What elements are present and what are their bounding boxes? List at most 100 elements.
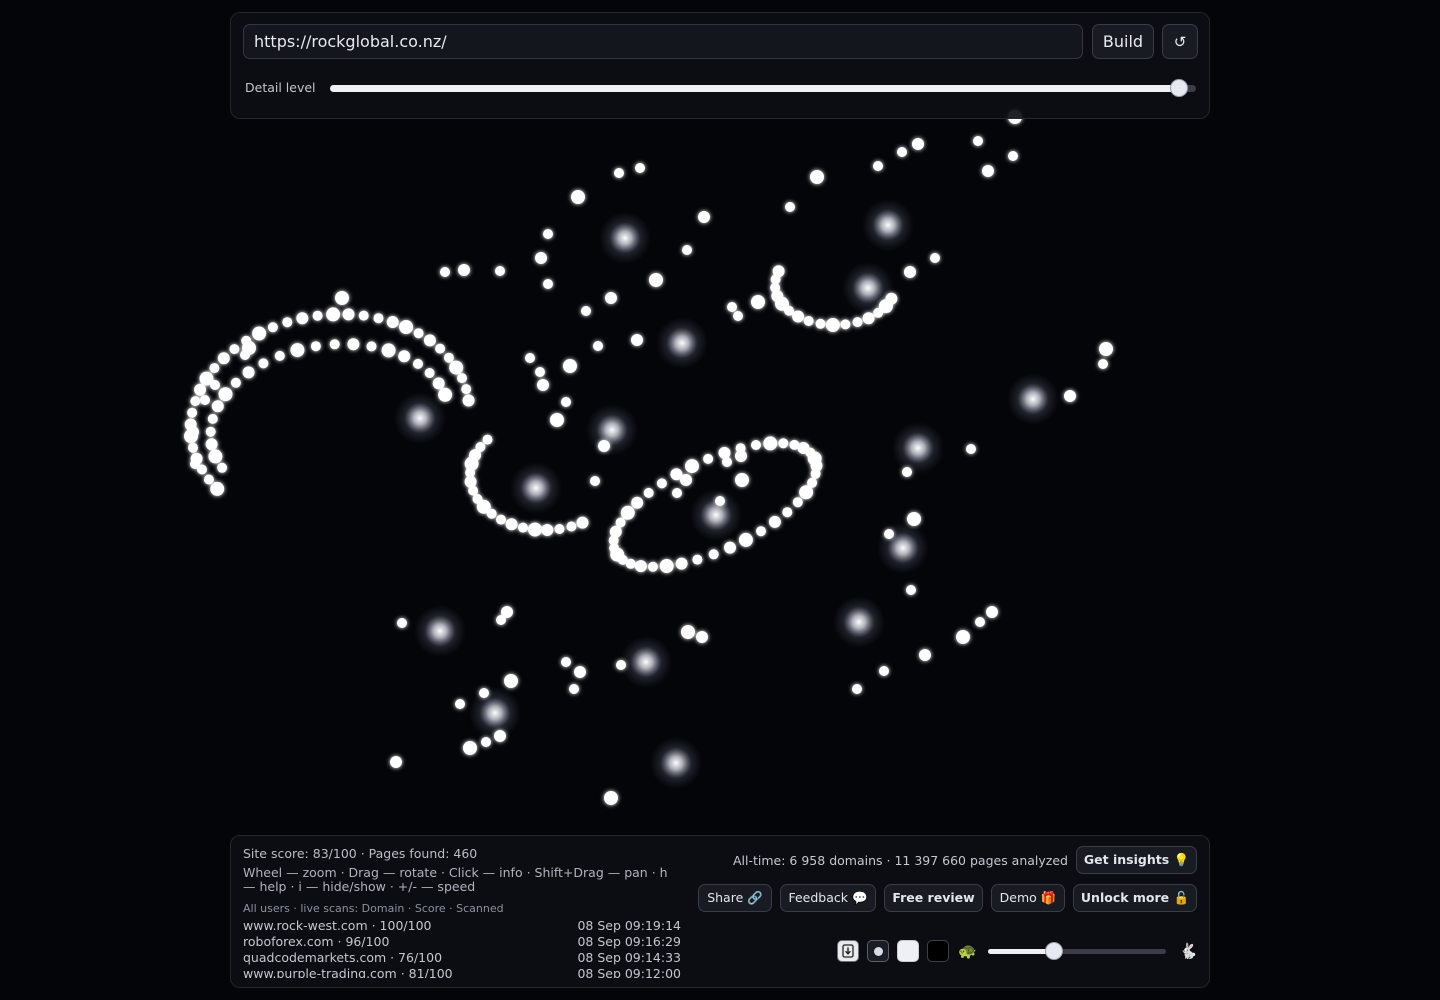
graph-node[interactable] <box>659 559 674 573</box>
unlock-more-button[interactable]: Unlock more 🔓 <box>1073 884 1197 912</box>
reset-icon[interactable]: ↺ <box>1162 24 1198 59</box>
graph-node[interactable] <box>463 741 477 755</box>
graph-node[interactable] <box>763 436 778 451</box>
graph-node[interactable] <box>799 485 814 500</box>
graph-node[interactable] <box>614 168 624 178</box>
graph-node[interactable] <box>605 292 617 304</box>
graph-node[interactable] <box>310 341 321 352</box>
graph-node[interactable] <box>381 343 396 358</box>
graph-node[interactable] <box>675 557 688 570</box>
graph-node[interactable] <box>1008 151 1018 161</box>
graph-node[interactable] <box>751 295 765 309</box>
graph-node[interactable] <box>635 163 645 173</box>
graph-node[interactable] <box>326 307 341 322</box>
graph-node[interactable] <box>906 585 916 595</box>
graph-node[interactable] <box>569 684 579 694</box>
graph-node[interactable] <box>852 317 863 328</box>
graph-node[interactable] <box>792 310 805 323</box>
graph-node[interactable] <box>554 524 565 534</box>
graph-node[interactable] <box>242 366 255 379</box>
graph-node[interactable] <box>810 468 821 479</box>
graph-node[interactable] <box>461 384 472 395</box>
graph-node[interactable] <box>413 358 423 369</box>
graph-node[interactable] <box>386 316 399 328</box>
graph-node[interactable] <box>811 458 821 468</box>
graph-node[interactable] <box>462 394 475 407</box>
graph-node[interactable] <box>631 496 644 509</box>
slider-thumb[interactable] <box>1045 943 1062 959</box>
graph-node[interactable] <box>518 522 528 533</box>
graph-node[interactable] <box>482 434 493 445</box>
graph-node[interactable] <box>930 253 940 263</box>
graph-node[interactable] <box>685 459 699 474</box>
graph-hub[interactable] <box>469 687 521 739</box>
graph-node[interactable] <box>803 316 814 326</box>
graph-node[interactable] <box>399 320 414 334</box>
graph-node[interactable] <box>347 338 360 351</box>
graph-node[interactable] <box>672 488 682 498</box>
graph-node[interactable] <box>1098 359 1108 369</box>
graph-node[interactable] <box>187 407 198 418</box>
graph-node[interactable] <box>620 505 635 520</box>
feedback-button[interactable]: Feedback 💬 <box>780 884 876 912</box>
graph-node[interactable] <box>604 791 618 805</box>
graph-node[interactable] <box>1099 342 1113 356</box>
speed-slider[interactable] <box>988 943 1166 959</box>
graph-node[interactable] <box>873 161 883 171</box>
graph-node[interactable] <box>778 438 789 449</box>
graph-node[interactable] <box>735 473 749 487</box>
get-insights-button[interactable]: Get insights 💡 <box>1076 846 1197 874</box>
graph-node[interactable] <box>616 660 626 670</box>
graph-node[interactable] <box>424 368 435 378</box>
graph-node[interactable] <box>919 649 931 661</box>
dark-theme-icon[interactable] <box>927 940 949 962</box>
graph-node[interactable] <box>187 426 199 438</box>
list-item[interactable]: www.rock-west.com · 100/100 08 Sep 09:19… <box>243 918 681 934</box>
graph-node[interactable] <box>543 279 553 289</box>
graph-node[interactable] <box>815 318 826 329</box>
graph-node[interactable] <box>217 352 230 365</box>
graph-node[interactable] <box>751 440 761 450</box>
graph-node[interactable] <box>681 625 695 639</box>
graph-node[interactable] <box>203 474 214 485</box>
graph-node[interactable] <box>390 756 402 768</box>
graph-node[interactable] <box>218 387 233 402</box>
graph-node[interactable] <box>574 666 586 678</box>
graph-node[interactable] <box>398 350 411 363</box>
graph-node[interactable] <box>252 326 267 341</box>
graph-node[interactable] <box>290 343 305 358</box>
graph-hub[interactable] <box>892 422 944 474</box>
graph-hub[interactable] <box>1007 373 1059 425</box>
graph-node[interactable] <box>615 517 626 528</box>
url-input[interactable] <box>243 24 1083 59</box>
graph-node[interactable] <box>792 497 803 508</box>
graph-node[interactable] <box>209 363 220 374</box>
graph-node[interactable] <box>703 453 714 464</box>
graph-node[interactable] <box>966 444 976 454</box>
graph-node[interactable] <box>535 367 545 377</box>
graph-node[interactable] <box>190 459 200 469</box>
live-scans-list[interactable]: www.rock-west.com · 100/100 08 Sep 09:19… <box>243 918 681 978</box>
graph-node[interactable] <box>397 618 407 628</box>
graph-node[interactable] <box>229 344 240 355</box>
graph-node[interactable] <box>335 291 349 305</box>
graph-hub[interactable] <box>877 522 929 574</box>
graph-node[interactable] <box>296 312 309 325</box>
graph-hub[interactable] <box>586 404 638 456</box>
graph-node[interactable] <box>956 630 970 644</box>
graph-node[interactable] <box>631 334 643 346</box>
build-button[interactable]: Build <box>1092 24 1154 59</box>
graph-node[interactable] <box>358 310 369 321</box>
graph-node[interactable] <box>733 311 743 321</box>
graph-node[interactable] <box>210 380 220 390</box>
graph-node[interactable] <box>501 606 513 618</box>
graph-node[interactable] <box>504 674 518 688</box>
dot-icon[interactable] <box>867 940 889 962</box>
graph-node[interactable] <box>205 438 218 451</box>
graph-node[interactable] <box>912 138 924 150</box>
graph-node[interactable] <box>879 666 889 676</box>
graph-node[interactable] <box>772 265 785 278</box>
graph-node[interactable] <box>423 334 436 347</box>
graph-hub[interactable] <box>599 212 651 264</box>
graph-node[interactable] <box>537 379 549 391</box>
